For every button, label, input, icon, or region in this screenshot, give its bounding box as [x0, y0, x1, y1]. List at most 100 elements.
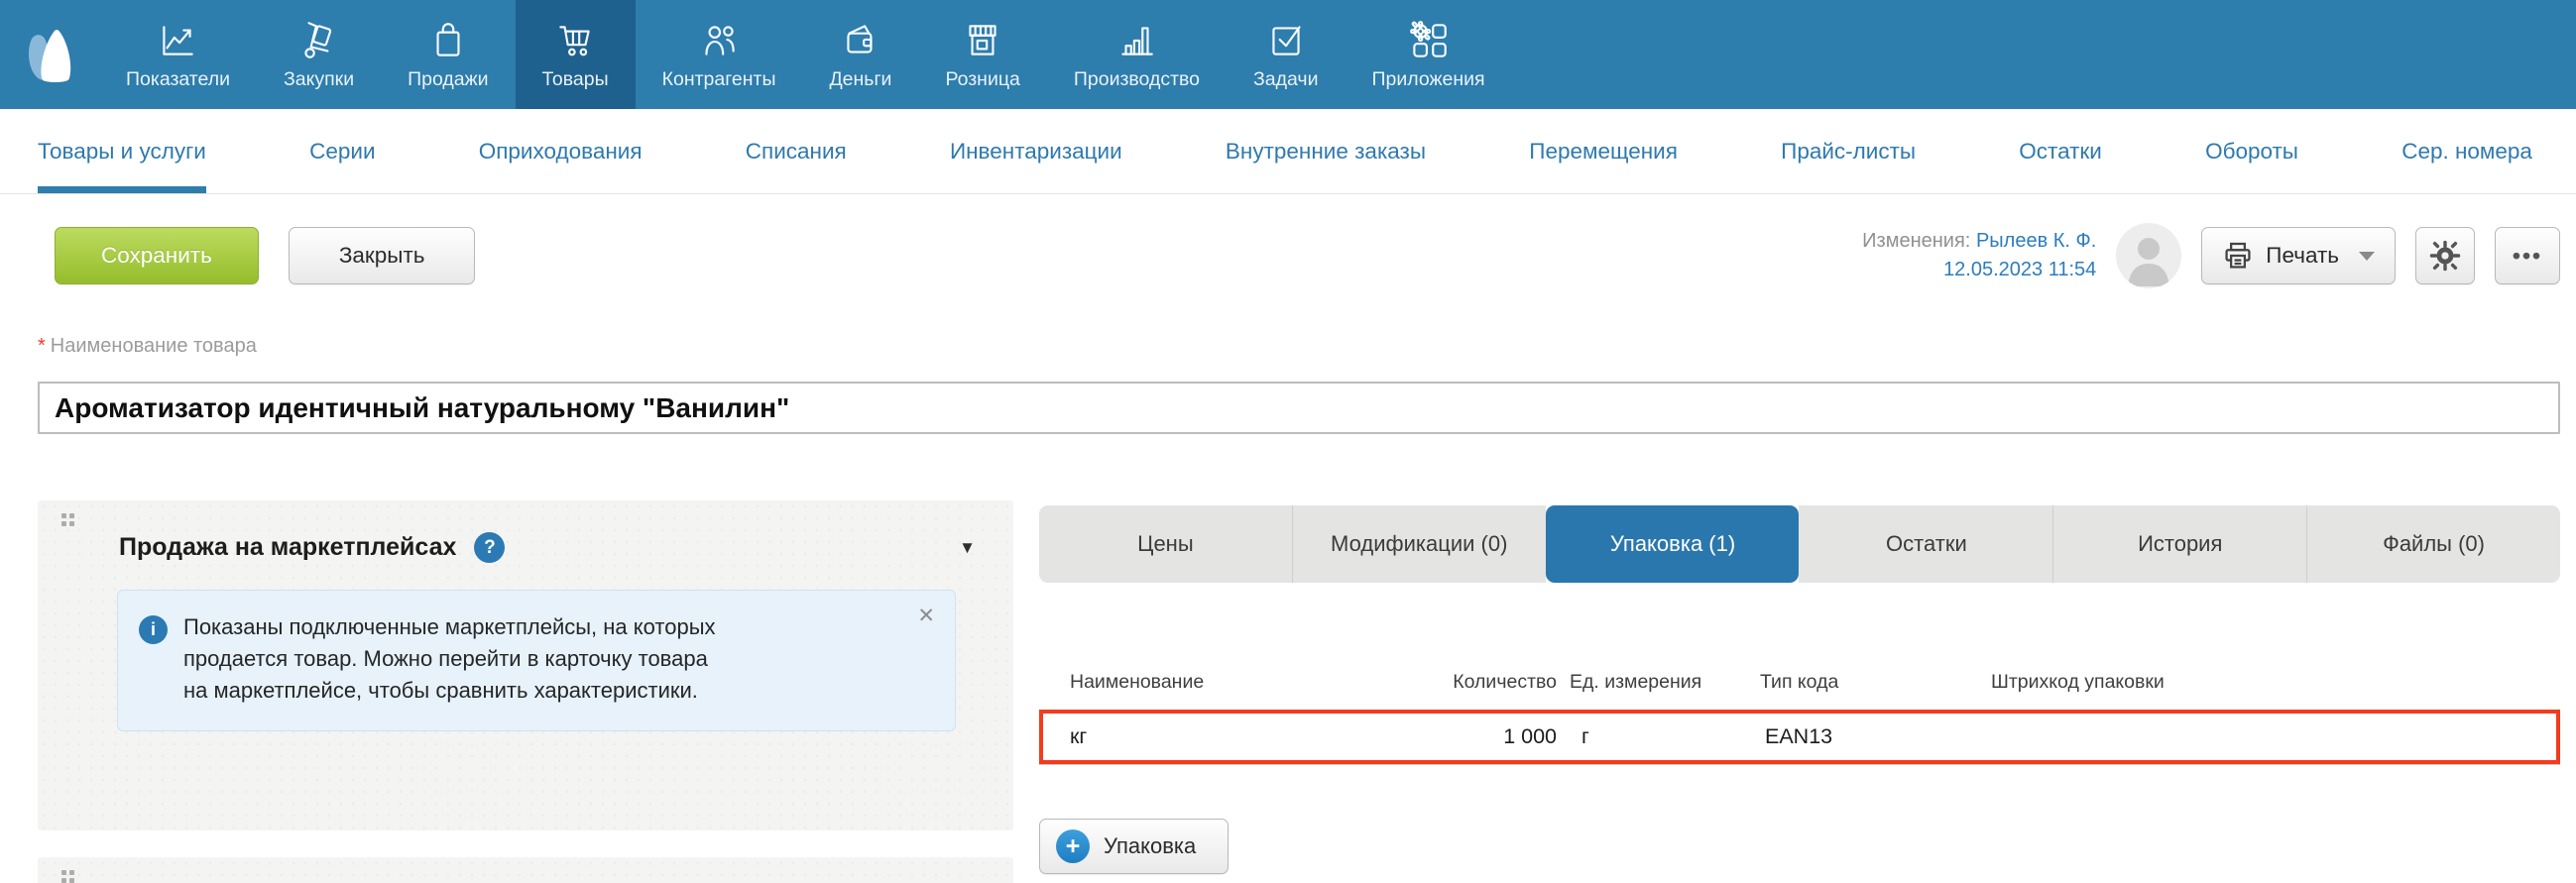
shopping-bag-icon — [436, 23, 460, 56]
printer-icon — [2225, 242, 2251, 269]
nav-item-label: Закупки — [283, 68, 355, 90]
column-header-barcode: Штрихкод упаковки — [1991, 670, 2165, 693]
nav-item-retail[interactable]: Розница — [918, 0, 1046, 109]
app-logo[interactable] — [0, 0, 99, 109]
tab-modifications[interactable]: Модификации (0) — [1291, 505, 1546, 583]
nav-item-apps[interactable]: Приложения — [1346, 0, 1512, 109]
content-area: Продажа на маркетплейсах ? ▼ i Показаны … — [38, 500, 2560, 883]
column-header-unit: Ед. измерения — [1570, 670, 1702, 693]
nav-item-sales[interactable]: Продажи — [381, 0, 515, 109]
nav-item-goods[interactable]: Товары — [515, 0, 636, 109]
cell-name: кг — [1070, 724, 1088, 748]
changes-datetime-link[interactable]: 12.05.2023 11:54 — [1943, 259, 2096, 280]
cell-unit: г — [1581, 724, 1589, 748]
nav-item-tasks[interactable]: Задачи — [1227, 0, 1345, 109]
table-row[interactable]: кг 1 000 г EAN13 — [1043, 714, 2556, 760]
tab-files[interactable]: Файлы (0) — [2306, 505, 2560, 583]
section-subnav: Товары и услуги Серии Оприходования Спис… — [0, 109, 2576, 194]
subnav-item-stock[interactable]: Остатки — [2019, 109, 2102, 193]
column-header-code-type: Тип кода — [1760, 670, 1839, 693]
changes-label: Изменения: — [1862, 230, 1971, 252]
more-actions-button[interactable]: ••• — [2495, 227, 2560, 284]
subnav-item-serial-numbers[interactable]: Сер. номера — [2401, 109, 2532, 193]
plus-icon: + — [1056, 829, 1090, 863]
subnav-item-pricelists[interactable]: Прайс-листы — [1781, 109, 1916, 193]
toolbar-right: Изменения: Рылеев К. Ф. 12.05.2023 11:54… — [1862, 223, 2560, 288]
close-button[interactable]: Закрыть — [288, 227, 476, 284]
nav-item-label: Розница — [945, 68, 1020, 90]
tab-prices[interactable]: Цены — [1039, 505, 1292, 583]
left-column: Продажа на маркетплейсах ? ▼ i Показаны … — [38, 500, 1013, 883]
subnav-item-goods-services[interactable]: Товары и услуги — [38, 109, 206, 193]
info-text-line: продается товар. Можно перейти в карточк… — [183, 646, 708, 671]
subnav-item-movements[interactable]: Перемещения — [1529, 109, 1678, 193]
drag-handle-icon[interactable] — [61, 870, 74, 883]
row-separator — [1039, 764, 2560, 765]
people-icon — [705, 26, 735, 55]
detail-tabs: Цены Модификации (0) Упаковка (1) Остатк… — [1039, 505, 2560, 583]
nav-item-purchases[interactable]: Закупки — [257, 0, 381, 109]
main-navbar: Показатели Закупки Продажи Товары Контра… — [0, 0, 2576, 109]
line-chart-icon — [163, 26, 194, 55]
marketplace-info-box: i Показаны подключенные маркетплейсы, на… — [117, 590, 956, 731]
subnav-item-internal-orders[interactable]: Внутренние заказы — [1226, 109, 1426, 193]
product-name-input[interactable] — [38, 382, 2560, 434]
close-icon[interactable]: ✕ — [917, 604, 935, 628]
nav-item-label: Производство — [1073, 68, 1201, 90]
subnav-item-writeoffs[interactable]: Списания — [746, 109, 847, 193]
document-toolbar: Сохранить Закрыть Изменения: Рылеев К. Ф… — [55, 223, 2560, 288]
chevron-down-icon — [2359, 251, 2375, 261]
product-name-label: * Наименование товара — [38, 335, 257, 357]
shopping-cart-icon — [559, 26, 590, 56]
print-label: Печать — [2266, 243, 2339, 268]
toolbar-left: Сохранить Закрыть — [55, 227, 476, 284]
subnav-item-turnovers[interactable]: Обороты — [2205, 109, 2298, 193]
nav-item-label: Приложения — [1371, 68, 1485, 90]
nav-item-dashboard[interactable]: Показатели — [99, 0, 257, 109]
hand-truck-icon — [303, 22, 331, 58]
product-name-block: * Наименование товара — [38, 335, 2560, 434]
nav-item-label: Показатели — [126, 68, 230, 90]
column-header-name: Наименование — [1070, 670, 1205, 693]
packaging-table-header: Наименование Количество Ед. измерения Ти… — [1039, 654, 2560, 710]
next-panel — [38, 857, 1013, 883]
tab-history[interactable]: История — [2052, 505, 2307, 583]
print-button[interactable]: Печать — [2201, 227, 2396, 284]
nav-item-label: Товары — [541, 68, 609, 90]
tab-packaging[interactable]: Упаковка (1) — [1545, 505, 1800, 583]
tab-stock[interactable]: Остатки — [1799, 505, 2053, 583]
subnav-item-inventories[interactable]: Инвентаризации — [950, 109, 1122, 193]
task-check-icon — [1272, 26, 1301, 55]
info-text-line: Показаны подключенные маркетплейсы, на к… — [183, 614, 716, 639]
add-packaging-button[interactable]: + Упаковка — [1039, 819, 1229, 874]
drag-handle-icon[interactable] — [61, 513, 74, 526]
nav-item-label: Продажи — [408, 68, 489, 90]
packaging-row-highlight: кг 1 000 г EAN13 — [1039, 710, 2560, 764]
settings-button[interactable] — [2415, 227, 2475, 284]
storefront-icon — [969, 25, 996, 55]
subnav-item-series[interactable]: Серии — [309, 109, 375, 193]
subnav-item-incomings[interactable]: Оприходования — [479, 109, 643, 193]
changes-user-link[interactable]: Рылеев К. Ф. — [1976, 230, 2096, 252]
help-icon[interactable]: ? — [474, 532, 506, 563]
avatar[interactable] — [2116, 223, 2182, 288]
marketplace-panel: Продажа на маркетплейсах ? ▼ i Показаны … — [38, 500, 1013, 830]
apps-gear-icon — [1409, 21, 1447, 57]
nav-item-counterparties[interactable]: Контрагенты — [636, 0, 803, 109]
marketplace-panel-title: Продажа на маркетплейсах — [119, 533, 457, 561]
save-button[interactable]: Сохранить — [55, 227, 259, 284]
cell-code-type: EAN13 — [1765, 724, 1833, 748]
cell-quantity: 1 000 — [1503, 724, 1557, 748]
nav-item-label: Контрагенты — [661, 68, 776, 90]
gear-icon — [2429, 240, 2461, 272]
collapse-caret-icon[interactable]: ▼ — [959, 538, 976, 558]
add-packaging-label: Упаковка — [1104, 833, 1197, 858]
marketplace-panel-header: Продажа на маркетплейсах ? ▼ — [38, 500, 1013, 563]
factory-icon — [1121, 27, 1154, 55]
nav-item-production[interactable]: Производство — [1047, 0, 1227, 109]
nav-item-label: Задачи — [1253, 68, 1319, 90]
nav-item-money[interactable]: Деньги — [802, 0, 918, 109]
person-silhouette-icon — [2128, 238, 2170, 286]
moysklad-logo-icon — [28, 29, 71, 83]
info-icon: i — [139, 615, 168, 644]
